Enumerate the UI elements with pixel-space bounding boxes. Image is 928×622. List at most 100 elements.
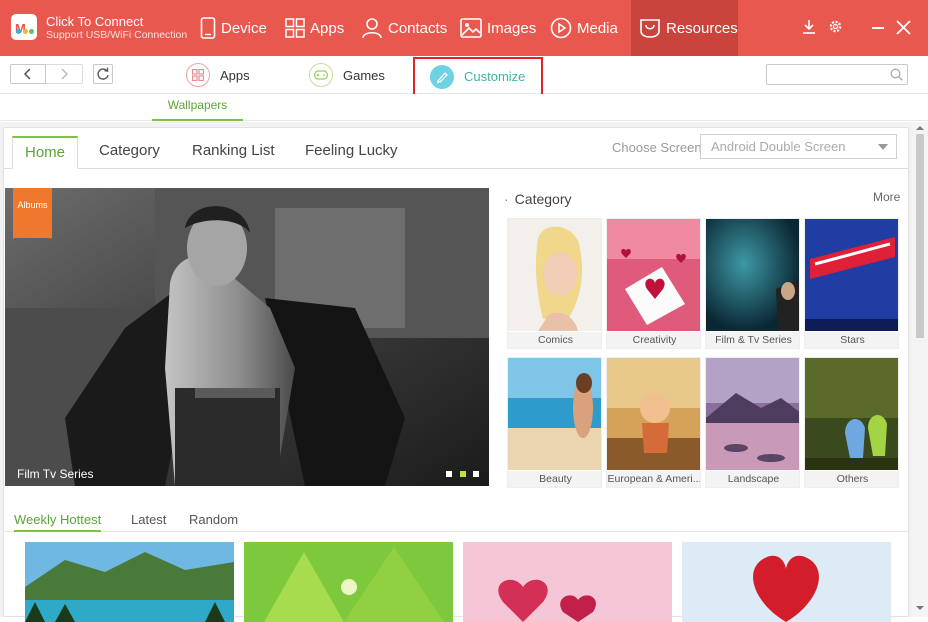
nav-resources-label: Resources	[666, 19, 738, 37]
phone-icon	[200, 17, 216, 39]
category-label: European & Ameri...	[607, 471, 700, 487]
person-icon	[362, 18, 382, 39]
bag-icon	[640, 19, 660, 38]
category-tile-stars[interactable]: Stars	[804, 218, 899, 349]
nav-contacts-label: Contacts	[388, 19, 448, 37]
refresh-icon	[97, 67, 109, 80]
tab-weekly-hottest[interactable]: Weekly Hottest	[14, 512, 102, 532]
scroll-thumb[interactable]	[916, 134, 924, 338]
sub-nav: Apps Games Customize	[0, 56, 928, 96]
category-tile-film[interactable]: Film & Tv Series	[705, 218, 800, 349]
forward-button[interactable]	[46, 64, 83, 84]
category-heading: Category	[504, 191, 572, 207]
connect-title[interactable]: Click To Connect	[46, 14, 143, 29]
nav-media-label: Media	[577, 19, 618, 37]
subtab-customize-label: Customize	[464, 69, 526, 84]
category-label: Film & Tv Series	[706, 332, 799, 348]
nav-images[interactable]: Images	[460, 0, 536, 56]
tab-wallpapers[interactable]: Wallpapers	[152, 94, 243, 121]
category-tile-creativity[interactable]: Creativity	[606, 218, 701, 349]
subtab-games-label: Games	[343, 67, 385, 83]
tab-ranking-list[interactable]: Ranking List	[192, 136, 275, 169]
category-thumb-others	[805, 358, 898, 470]
wallpapers-strip: Wallpapers	[0, 94, 928, 121]
search-input[interactable]	[766, 64, 908, 85]
featured-banner[interactable]: Albums Film Tv Series	[5, 188, 489, 486]
download-icon[interactable]	[801, 19, 817, 35]
chevron-down-icon	[878, 144, 888, 150]
nav-resources[interactable]: Resources	[631, 0, 738, 56]
home-tabs: Home Category Ranking List Feeling Lucky…	[4, 128, 908, 169]
tab-random[interactable]: Random	[189, 512, 238, 527]
gear-icon[interactable]	[828, 19, 843, 34]
apps-grid-icon	[285, 18, 305, 38]
category-thumb-landscape	[706, 358, 799, 470]
category-thumb-stars	[805, 219, 898, 331]
subtab-apps[interactable]: Apps	[186, 60, 250, 90]
category-thumb-creativity	[607, 219, 700, 331]
wallpaper-image	[244, 542, 453, 622]
category-tile-european[interactable]: European & Ameri...	[606, 357, 701, 488]
search-icon[interactable]	[890, 68, 903, 81]
category-more-link[interactable]: More	[873, 190, 900, 204]
gamepad-icon	[309, 63, 333, 87]
carousel-dot-active[interactable]	[460, 471, 466, 477]
nav-contacts[interactable]: Contacts	[361, 0, 447, 56]
category-thumb-comics	[508, 219, 601, 331]
tab-latest[interactable]: Latest	[131, 512, 166, 527]
wallpaper-thumb[interactable]	[25, 542, 234, 622]
tab-feeling-lucky[interactable]: Feeling Lucky	[305, 136, 398, 169]
banner-image	[5, 188, 489, 486]
category-label: Creativity	[607, 332, 700, 348]
nav-images-label: Images	[487, 19, 537, 37]
tab-home[interactable]: Home	[12, 136, 78, 169]
minimize-icon[interactable]	[872, 27, 884, 29]
play-icon	[550, 17, 572, 39]
category-tile-comics[interactable]: Comics	[507, 218, 602, 349]
category-tile-beauty[interactable]: Beauty	[507, 357, 602, 488]
wallpaper-thumb[interactable]	[682, 542, 891, 622]
subtab-apps-label: Apps	[220, 67, 250, 83]
screen-select-value: Android Double Screen	[711, 139, 846, 154]
top-bar: M Click To Connect Support USB/WiFi Conn…	[0, 0, 928, 56]
image-icon	[460, 18, 482, 38]
scrollbar[interactable]	[912, 122, 928, 617]
close-icon[interactable]	[896, 20, 911, 35]
category-label: Others	[805, 471, 898, 487]
resources-panel: Home Category Ranking List Feeling Lucky…	[3, 127, 909, 622]
scroll-down-arrow-icon[interactable]	[916, 606, 924, 610]
wallpaper-thumb[interactable]	[244, 542, 453, 622]
banner-caption: Film Tv Series	[17, 467, 94, 481]
category-thumb-film	[706, 219, 799, 331]
wallpaper-image	[463, 542, 672, 622]
nav-device[interactable]: Device	[200, 0, 267, 56]
category-tile-others[interactable]: Others	[804, 357, 899, 488]
nav-media[interactable]: Media	[550, 0, 618, 56]
back-button[interactable]	[10, 64, 46, 84]
category-label: Comics	[508, 332, 601, 348]
wallpaper-image	[25, 542, 234, 622]
carousel-dot[interactable]	[473, 471, 479, 477]
subtab-games[interactable]: Games	[309, 60, 385, 90]
category-label: Landscape	[706, 471, 799, 487]
category-tile-landscape[interactable]: Landscape	[705, 357, 800, 488]
brush-icon	[430, 64, 454, 89]
chevron-left-icon	[23, 68, 31, 80]
screen-select[interactable]: Android Double Screen	[700, 134, 897, 159]
subtab-customize[interactable]: Customize	[413, 57, 543, 96]
weekly-tabs: Weekly Hottest Latest Random	[4, 508, 908, 532]
wallpaper-thumb[interactable]	[463, 542, 672, 622]
category-label: Beauty	[508, 471, 601, 487]
choose-screen-label: Choose Screen	[612, 140, 702, 155]
refresh-button[interactable]	[93, 64, 113, 84]
nav-apps[interactable]: Apps	[285, 0, 344, 56]
scroll-up-arrow-icon[interactable]	[916, 126, 924, 130]
nav-device-label: Device	[221, 19, 267, 37]
content-area: Home Category Ranking List Feeling Lucky…	[0, 122, 912, 622]
albums-badge-notch	[13, 228, 51, 239]
tab-category[interactable]: Category	[99, 136, 160, 169]
app-logo: M	[11, 14, 37, 40]
connect-subtitle: Support USB/WiFi Connection	[46, 29, 188, 41]
carousel-dot[interactable]	[446, 471, 452, 477]
nav-apps-label: Apps	[310, 19, 345, 37]
